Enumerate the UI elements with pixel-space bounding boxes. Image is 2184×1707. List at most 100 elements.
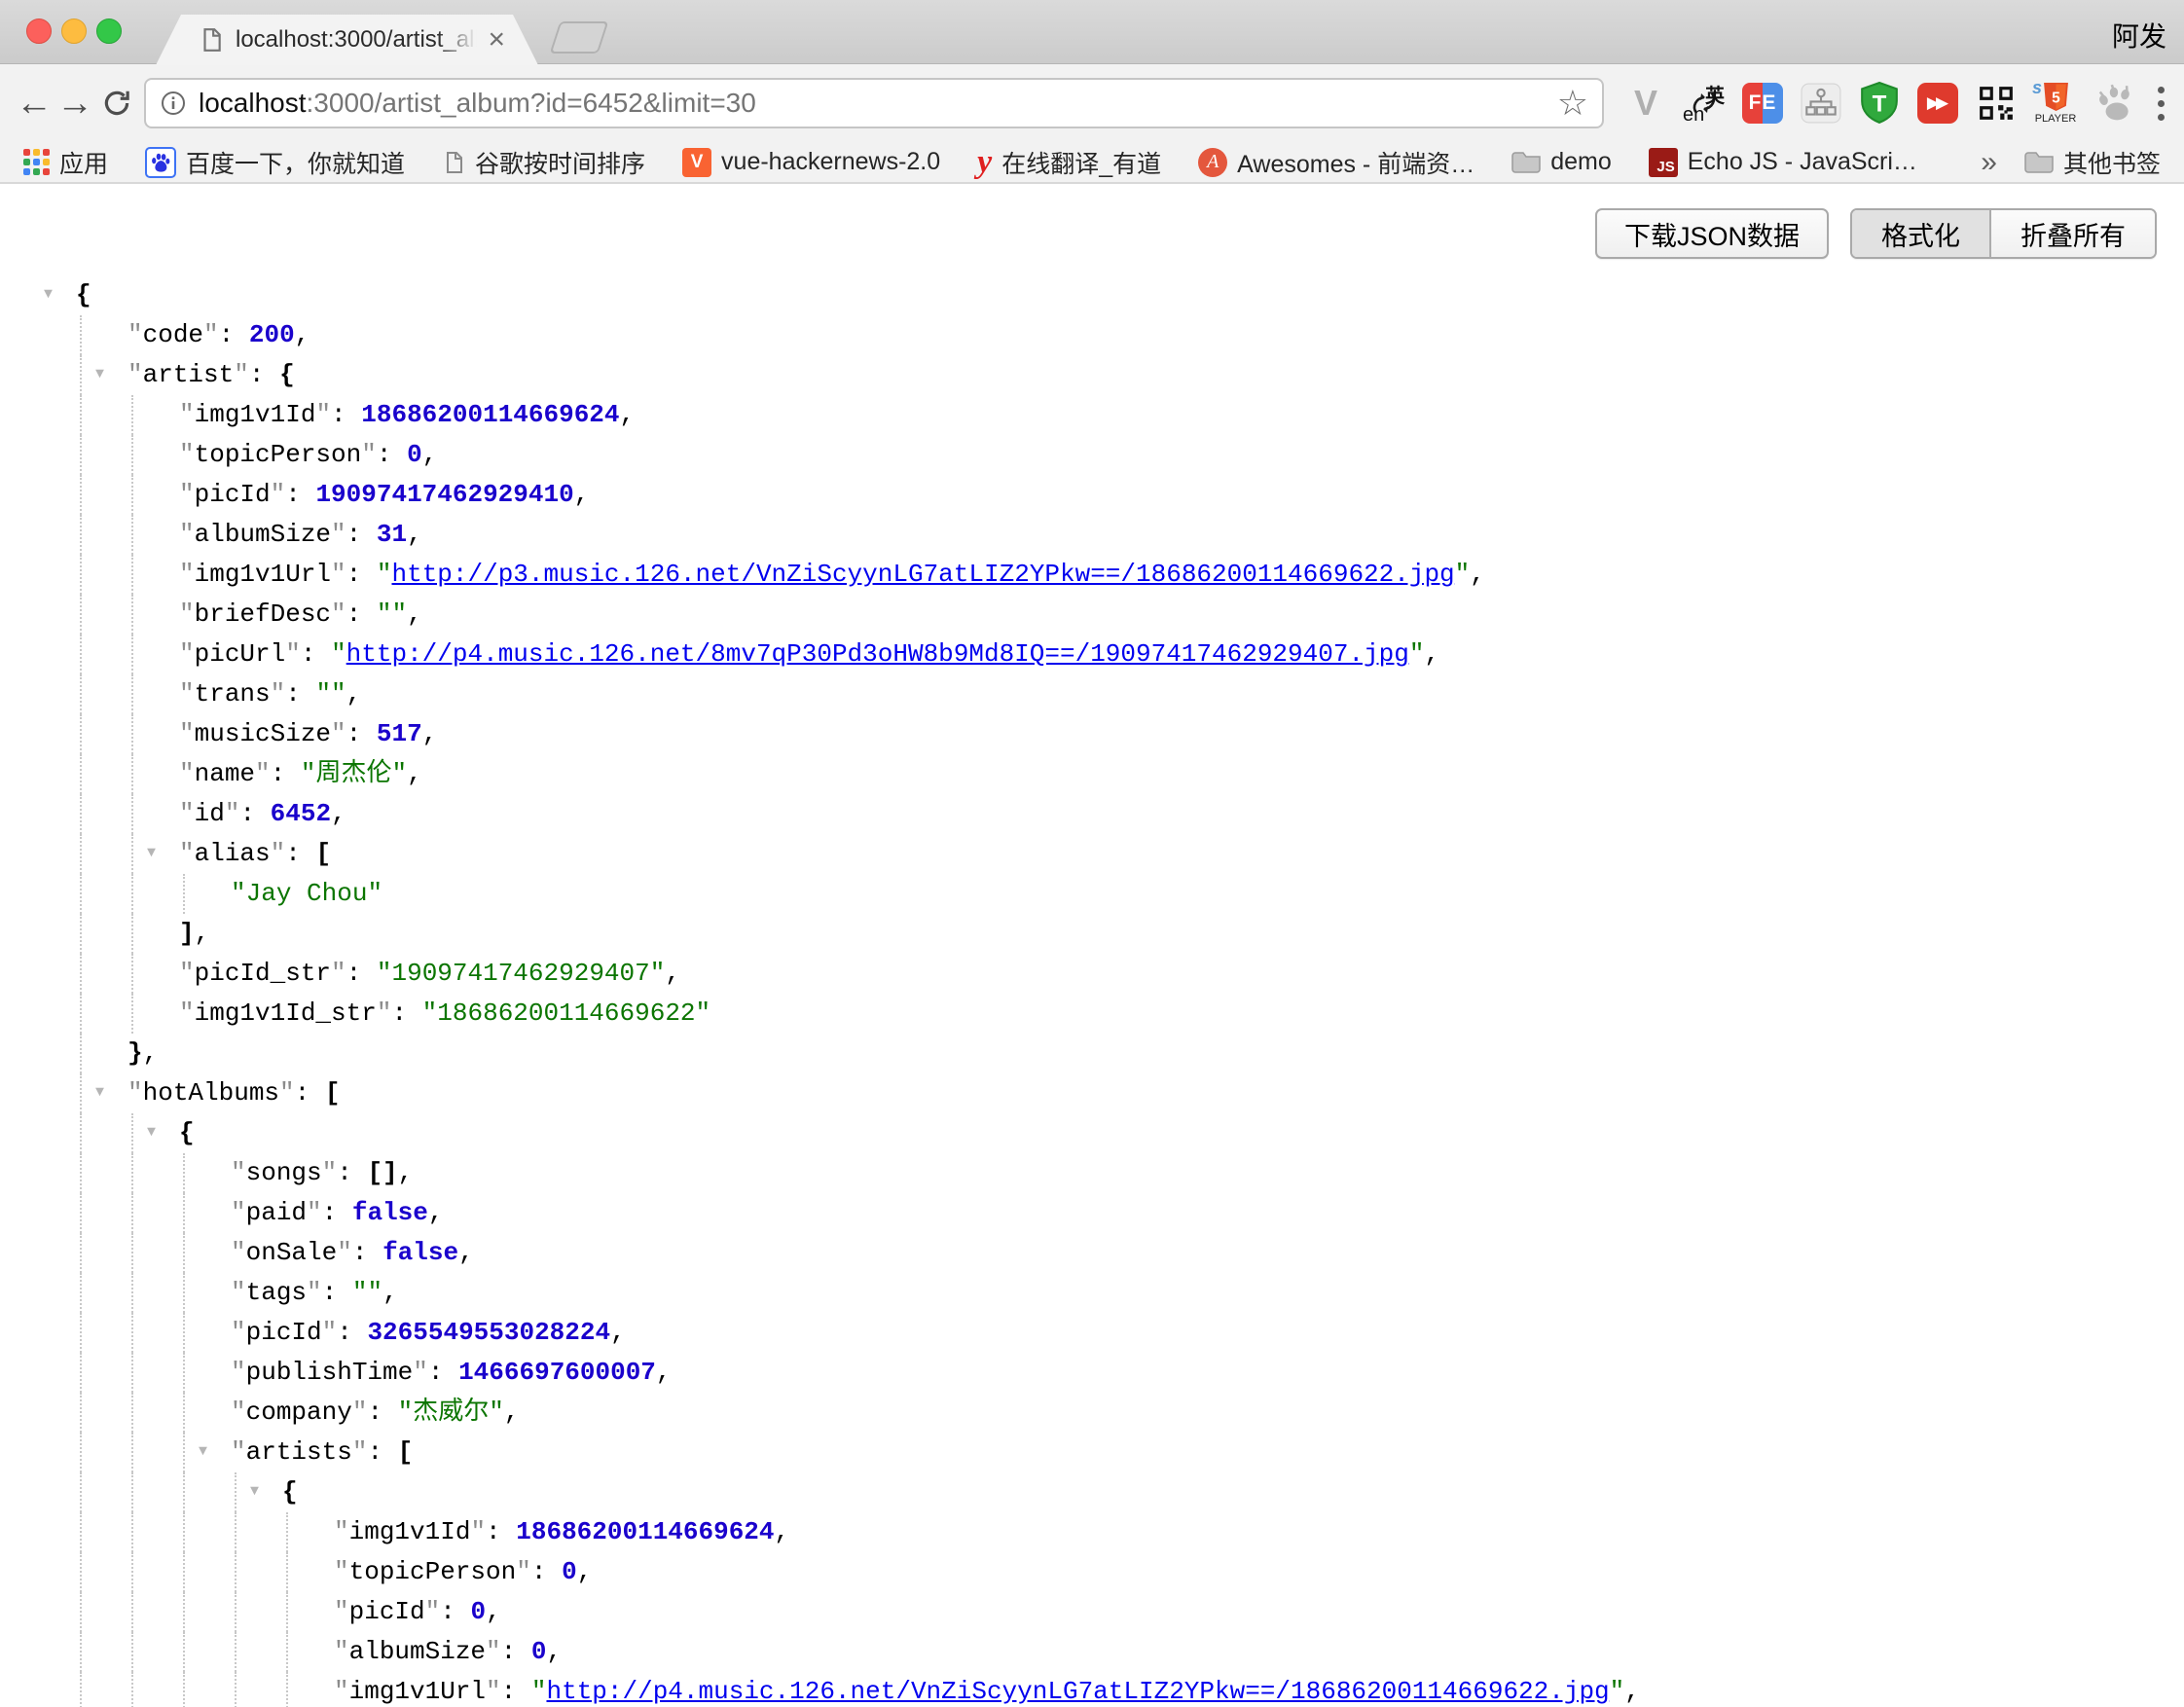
window-controls (26, 18, 122, 44)
indent-guide (80, 1592, 82, 1632)
json-key: hotAlbums (143, 1078, 279, 1108)
video-speed-extension-icon[interactable]: ▶▶ (1915, 80, 1960, 127)
close-window-button[interactable] (26, 18, 52, 44)
bookmark-google-sort[interactable]: 谷歌按时间排序 (442, 145, 645, 180)
json-key: picUrl (195, 639, 286, 669)
json-value-number: 3265549553028224 (367, 1318, 610, 1347)
indent-guide (183, 1393, 185, 1433)
youdao-y-icon: y (977, 146, 992, 179)
indent-guide (183, 1273, 185, 1313)
download-json-button[interactable]: 下载JSON数据 (1595, 208, 1829, 259)
indent-guide (183, 874, 185, 914)
collapse-all-button[interactable]: 折叠所有 (1991, 210, 2155, 257)
page-info-icon[interactable] (160, 90, 187, 117)
bookmarks-bar: 应用 百度一下，你就知道 谷歌按时间排序 V vue-hackernews-2.… (0, 142, 2184, 184)
json-value-number: 517 (377, 719, 422, 748)
json-url-link[interactable]: http://p4.music.126.net/8mv7qP30Pd3oHW8b… (346, 639, 1409, 669)
translate-extension-icon[interactable]: 英 en (1682, 80, 1727, 127)
back-button[interactable]: ← (14, 85, 55, 122)
indent-guide (80, 1273, 82, 1313)
indent-guide (80, 1233, 82, 1273)
collapse-toggle-icon[interactable]: ▼ (199, 1444, 207, 1459)
indent-guide (80, 635, 82, 674)
minimize-window-button[interactable] (61, 18, 87, 44)
json-value-number: 0 (470, 1597, 486, 1626)
collapse-toggle-icon[interactable]: ▼ (95, 367, 104, 381)
indent-guide (183, 1632, 185, 1672)
other-bookmarks-folder[interactable]: 其他书签 (2024, 145, 2161, 180)
indent-guide (80, 1393, 82, 1433)
vue-devtools-extension-icon[interactable]: V (1623, 80, 1668, 127)
json-url-link[interactable]: http://p4.music.126.net/VnZiScyynLG7atLI… (546, 1677, 1609, 1706)
json-value-number: 0 (531, 1637, 547, 1666)
sitemap-extension-icon[interactable] (1799, 80, 1843, 127)
indent-guide (131, 1153, 133, 1193)
collapse-toggle-icon[interactable]: ▼ (44, 287, 53, 302)
collapse-toggle-icon[interactable]: ▼ (95, 1085, 104, 1100)
json-key: img1v1Url (195, 560, 331, 589)
json-key: topicPerson (349, 1557, 517, 1586)
indent-guide (235, 1472, 237, 1512)
browser-menu-button[interactable] (2151, 87, 2170, 121)
json-url-link[interactable]: http://p3.music.126.net/VnZiScyynLG7atLI… (391, 560, 1454, 589)
indent-guide (131, 954, 133, 994)
shield-extension-icon[interactable]: T (1857, 80, 1902, 127)
url-text[interactable]: localhost:3000/artist_album?id=6452&limi… (199, 88, 756, 119)
indent-guide (131, 914, 133, 954)
json-key: alias (195, 839, 271, 868)
bookmark-star-icon[interactable]: ☆ (1557, 86, 1588, 121)
fe-extension-icon[interactable]: FE (1740, 80, 1785, 127)
json-line: "albumSize": 31, (0, 515, 2184, 555)
bookmark-echojs[interactable]: JS Echo JS - JavaScri… (1649, 148, 1917, 177)
bookmark-awesomes[interactable]: A Awesomes - 前端资… (1198, 145, 1474, 180)
indent-guide (131, 714, 133, 754)
page-icon (442, 150, 465, 175)
html5-player-extension-icon[interactable]: s 5 PLAYER (2032, 80, 2079, 127)
bookmark-vue-hackernews[interactable]: V vue-hackernews-2.0 (682, 148, 940, 177)
bookmark-apps[interactable]: 应用 (23, 145, 108, 180)
json-value-number: 1466697600007 (458, 1358, 656, 1387)
vue-v-icon: V (682, 148, 711, 177)
indent-guide (183, 1592, 185, 1632)
new-tab-button[interactable] (550, 21, 609, 54)
json-key: code (143, 320, 203, 349)
indent-guide (80, 834, 82, 874)
indent-guide (183, 1472, 185, 1512)
json-line: "picId": 3265549553028224, (0, 1313, 2184, 1353)
bookmark-baidu[interactable]: 百度一下，你就知道 (145, 145, 405, 180)
collapse-toggle-icon[interactable]: ▼ (147, 846, 156, 860)
indent-guide (131, 395, 133, 435)
browser-tab[interactable]: localhost:3000/artist_album?id × (156, 15, 538, 65)
json-value-number: 6452 (271, 799, 331, 828)
json-line: ▼"alias": [ (0, 834, 2184, 874)
indent-guide (131, 1472, 133, 1512)
json-line: "img1v1Id_str": "18686200114669622" (0, 994, 2184, 1034)
bookmark-youdao[interactable]: y 在线翻译_有道 (977, 145, 1161, 180)
format-button[interactable]: 格式化 (1852, 210, 1991, 257)
reload-button[interactable] (95, 87, 138, 120)
json-key: onSale (246, 1238, 338, 1267)
tab-title: localhost:3000/artist_album?id (236, 26, 482, 54)
json-key: picId (349, 1597, 425, 1626)
collapse-toggle-icon[interactable]: ▼ (250, 1484, 259, 1499)
json-actions: 下载JSON数据 格式化 折叠所有 (0, 207, 2184, 260)
json-value-number: false (382, 1238, 458, 1267)
json-key: publishTime (246, 1358, 414, 1387)
tab-close-icon[interactable]: × (488, 25, 505, 54)
json-line: "img1v1Url": "http://p3.music.126.net/Vn… (0, 555, 2184, 595)
indent-guide (80, 1552, 82, 1592)
indent-guide (80, 1353, 82, 1393)
bookmark-demo-folder[interactable]: demo (1511, 148, 1612, 176)
indent-guide (80, 475, 82, 515)
paw-extension-icon[interactable] (2093, 80, 2137, 127)
zoom-window-button[interactable] (96, 18, 122, 44)
bookmarks-overflow-icon[interactable]: » (1981, 146, 1997, 179)
json-line: "picId_str": "19097417462929407", (0, 954, 2184, 994)
address-bar[interactable]: localhost:3000/artist_album?id=6452&limi… (144, 78, 1604, 128)
forward-button[interactable]: → (55, 85, 95, 122)
profile-name[interactable]: 阿发 (2112, 16, 2166, 54)
json-line: "paid": false, (0, 1193, 2184, 1233)
qr-code-extension-icon[interactable] (1974, 80, 2019, 127)
json-line: ], (0, 914, 2184, 954)
collapse-toggle-icon[interactable]: ▼ (147, 1125, 156, 1140)
